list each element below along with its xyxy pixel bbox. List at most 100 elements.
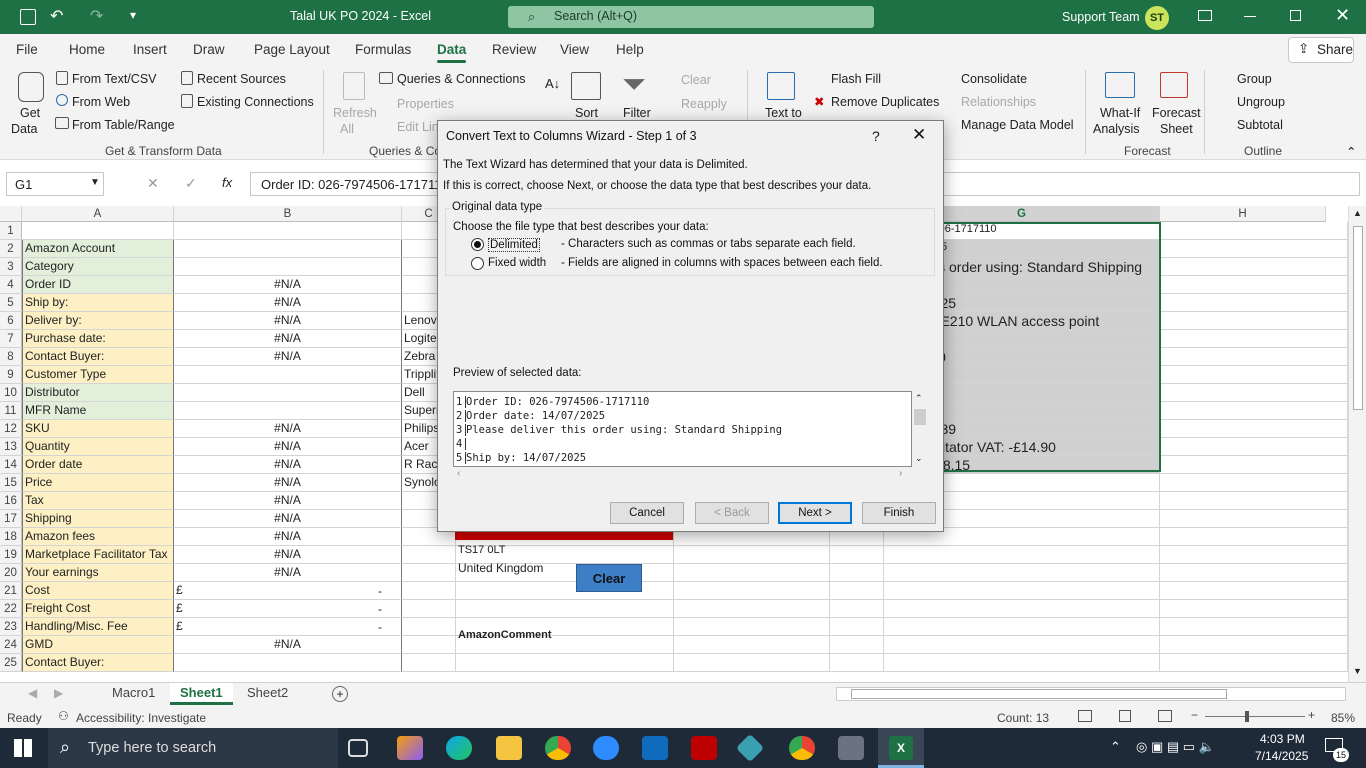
preview-hscrollbar[interactable]: ‹ ›: [453, 468, 912, 482]
chrome-profile-icon[interactable]: [789, 736, 815, 760]
ungroup-button[interactable]: Ungroup: [1237, 95, 1285, 109]
row-header[interactable]: 25: [0, 654, 22, 672]
cell-b[interactable]: #N/A: [174, 294, 402, 312]
cell-h[interactable]: [1160, 564, 1348, 582]
cell-a[interactable]: Customer Type: [22, 366, 174, 384]
row-header[interactable]: 16: [0, 492, 22, 510]
tray-icons[interactable]: ◎ ▣ ▤ ▭ 🔈: [1136, 739, 1215, 755]
cell-a[interactable]: Deliver by:: [22, 312, 174, 330]
cell-b[interactable]: #N/A: [174, 492, 402, 510]
page-layout-view-icon[interactable]: [1119, 710, 1131, 722]
restore-icon[interactable]: [1290, 10, 1301, 21]
clock-date[interactable]: 7/14/2025: [1255, 749, 1308, 763]
redo-icon[interactable]: ↷: [90, 6, 103, 26]
clear-macro-button[interactable]: Clear: [576, 564, 642, 592]
cell-empty[interactable]: [456, 600, 674, 618]
group-button[interactable]: Group: [1237, 72, 1272, 86]
cell-h[interactable]: [1160, 384, 1348, 402]
cell-b[interactable]: [174, 384, 402, 402]
cell-b[interactable]: #N/A: [174, 474, 402, 492]
cell-empty[interactable]: [830, 582, 884, 600]
row-header[interactable]: 24: [0, 636, 22, 654]
accessibility-status[interactable]: Accessibility: Investigate: [76, 711, 206, 725]
clock-time[interactable]: 4:03 PM: [1260, 732, 1305, 746]
cell-c[interactable]: [402, 600, 456, 618]
cell-a[interactable]: Amazon Account: [22, 240, 174, 258]
namebox-dropdown-icon[interactable]: ▼: [90, 177, 100, 188]
cell-b[interactable]: #N/A: [174, 528, 402, 546]
text-to-columns-button[interactable]: Text to: [765, 106, 802, 120]
cell-empty[interactable]: [830, 564, 884, 582]
row-header[interactable]: 22: [0, 600, 22, 618]
row-header[interactable]: 4: [0, 276, 22, 294]
whatif-analysis-button[interactable]: What-If: [1100, 106, 1140, 120]
cell-a[interactable]: Your earnings: [22, 564, 174, 582]
task-view-icon[interactable]: [348, 739, 368, 757]
cell-h[interactable]: [1160, 582, 1348, 600]
cell-h[interactable]: [1160, 330, 1348, 348]
cell-b[interactable]: £: [174, 582, 402, 600]
vertical-scrollbar[interactable]: ▲ ▼: [1348, 206, 1366, 682]
avatar[interactable]: ST: [1145, 6, 1169, 30]
cell-a[interactable]: [22, 222, 174, 240]
zoom-level[interactable]: 85%: [1331, 711, 1355, 725]
cell-g[interactable]: [884, 636, 1160, 654]
get-data-label[interactable]: Data: [11, 122, 37, 136]
forecast-sheet-button[interactable]: Forecast: [1152, 106, 1201, 120]
chrome-icon[interactable]: [545, 736, 571, 760]
row-header[interactable]: 8: [0, 348, 22, 366]
search-box[interactable]: ⌕ Search (Alt+Q): [508, 6, 874, 28]
prev-sheet-icon[interactable]: ◀: [28, 686, 37, 700]
cell-b[interactable]: #N/A: [174, 330, 402, 348]
preview-scroll-thumb[interactable]: [914, 409, 926, 425]
cell-h[interactable]: [1160, 402, 1348, 420]
cell-a[interactable]: Cost: [22, 582, 174, 600]
cell-g[interactable]: [884, 546, 1160, 564]
menu-page-layout[interactable]: Page Layout: [254, 42, 330, 57]
sort-button[interactable]: Sort: [575, 106, 598, 120]
cell-g[interactable]: [884, 582, 1160, 600]
cell-h[interactable]: [1160, 258, 1348, 276]
row-header[interactable]: 12: [0, 420, 22, 438]
sheet-tab-sheet2[interactable]: Sheet2: [247, 685, 288, 700]
preview-vscrollbar[interactable]: ⌃ ⌄: [912, 391, 928, 467]
flash-fill-button[interactable]: Flash Fill: [831, 72, 881, 86]
forecast-sheet-label[interactable]: Sheet: [1160, 122, 1193, 136]
preview-scroll-up-icon[interactable]: ⌃: [915, 393, 923, 404]
column-header-a[interactable]: A: [22, 206, 174, 222]
cell-h[interactable]: [1160, 528, 1348, 546]
cell-b[interactable]: £: [174, 600, 402, 618]
insert-function-icon[interactable]: fx: [222, 175, 232, 190]
copilot-icon[interactable]: [397, 736, 423, 760]
cell-empty[interactable]: [830, 600, 884, 618]
edit-links-button[interactable]: Edit Lin: [397, 120, 439, 134]
row-header[interactable]: 15: [0, 474, 22, 492]
sort-az-icon[interactable]: A↓: [545, 76, 560, 91]
select-all-corner[interactable]: [0, 206, 22, 222]
cell-b[interactable]: [174, 222, 402, 240]
cell-h[interactable]: [1160, 420, 1348, 438]
cell-a[interactable]: Distributor: [22, 384, 174, 402]
row-header[interactable]: 17: [0, 510, 22, 528]
cell-b[interactable]: #N/A: [174, 636, 402, 654]
menu-insert[interactable]: Insert: [133, 42, 167, 57]
excel-taskbar-active[interactable]: X: [878, 728, 924, 768]
cancel-button[interactable]: Cancel: [610, 502, 684, 524]
cell-empty[interactable]: [674, 546, 830, 564]
user-name[interactable]: Support Team: [1062, 10, 1140, 24]
row-header[interactable]: 7: [0, 330, 22, 348]
remove-duplicates-button[interactable]: Remove Duplicates: [831, 95, 939, 109]
relationships-button[interactable]: Relationships: [961, 95, 1036, 109]
cell-g[interactable]: [884, 600, 1160, 618]
refresh-all-label[interactable]: All: [340, 122, 354, 136]
clear-filter-button[interactable]: Clear: [681, 73, 711, 87]
row-header[interactable]: 19: [0, 546, 22, 564]
manage-data-model-button[interactable]: Manage Data Model: [961, 118, 1074, 132]
row-header[interactable]: 21: [0, 582, 22, 600]
cell-empty[interactable]: [674, 618, 830, 636]
cell-b[interactable]: #N/A: [174, 564, 402, 582]
ribbon-display-icon[interactable]: [1198, 10, 1212, 21]
row-header[interactable]: 20: [0, 564, 22, 582]
cell-a[interactable]: Amazon fees: [22, 528, 174, 546]
cell-a[interactable]: Order date: [22, 456, 174, 474]
